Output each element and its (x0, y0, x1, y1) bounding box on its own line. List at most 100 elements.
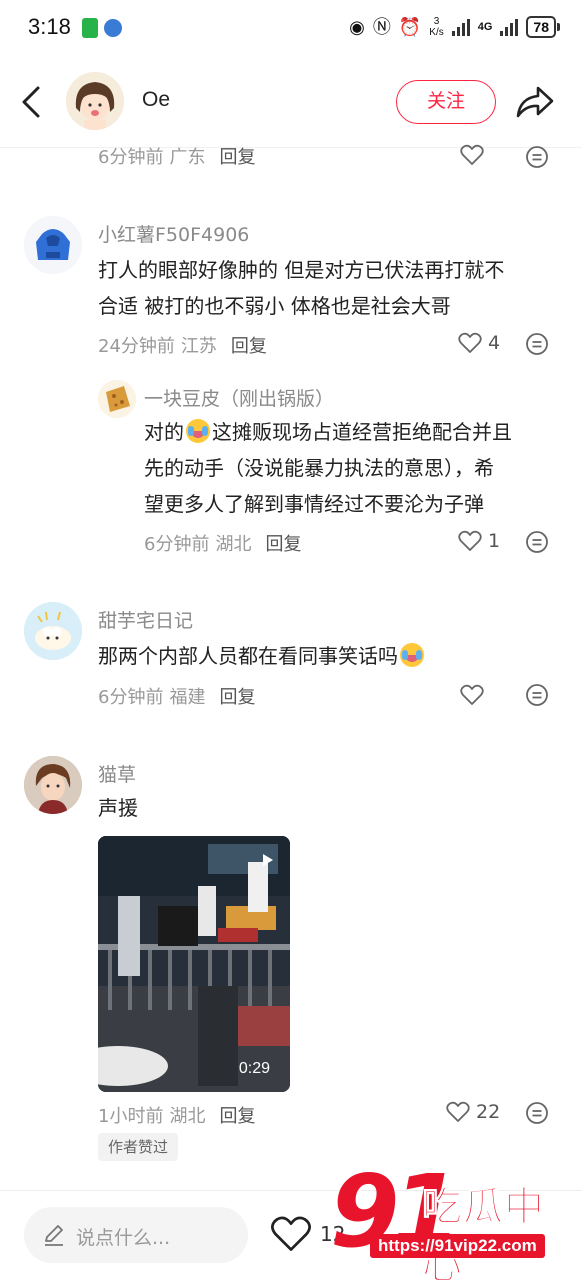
reply-content-line: 望更多人了解到事情经过不要沦为子弹 (144, 492, 484, 516)
comment-input-placeholder: 说点什么... (76, 1227, 171, 1249)
reply-location: 湖北 (215, 534, 252, 555)
comment-meta: 6分钟前 广东 回复 (98, 143, 255, 169)
notification-icons (82, 18, 122, 38)
comment-username[interactable]: 猫草 (98, 760, 136, 787)
comment-bubble-icon[interactable] (525, 145, 549, 169)
post-header: Oe 关注 (0, 58, 582, 148)
sheep-avatar-icon (24, 602, 82, 660)
author-avatar[interactable] (66, 72, 124, 130)
commenter-avatar[interactable] (24, 756, 82, 814)
video-thumbnail[interactable]: 0:29 (98, 836, 290, 1092)
reply-content-line: 先的动手（没说能暴力执法的意思），希 (144, 456, 494, 480)
reply-button[interactable]: 回复 (219, 143, 255, 169)
comment-time: 6分钟前 (98, 687, 164, 708)
comment-content-line: 合适 被打的也不弱小 体格也是社会大哥 (98, 294, 451, 318)
comment-content: 声援 (98, 796, 138, 820)
follow-button[interactable]: 关注 (396, 80, 496, 124)
alarm-icon: ⏰ (398, 17, 422, 37)
watermark-url: https://91vip22.com (370, 1234, 545, 1258)
net-speed-value: 3 (433, 16, 440, 27)
comment-location: 江苏 (180, 336, 217, 357)
comment-meta: 24分钟前 江苏 回复 (98, 332, 267, 358)
reply-meta: 6分钟前 湖北 回复 (144, 530, 301, 556)
reply-username[interactable]: 一块豆皮（刚出锅版） (144, 384, 334, 411)
author-name[interactable]: Oe (142, 88, 170, 112)
author-liked-badge: 作者赞过 (98, 1133, 179, 1161)
reply-content-line: 对的 这摊贩现场占道经营拒绝配合并且 (144, 414, 568, 450)
comment-content-text: 那两个内部人员都在看同事笑话吗 (98, 644, 398, 668)
heart-icon (460, 144, 484, 165)
like-count: 4 (488, 332, 501, 354)
reply-button[interactable]: 回复 (265, 530, 301, 556)
comment-location: 湖北 (169, 1106, 206, 1127)
comment-content: 打人的眼部好像肿的 但是对方已伏法再打就不 合适 被打的也不弱小 体格也是社会大… (98, 252, 568, 324)
telegram-icon (104, 19, 122, 37)
tofu-skin-avatar-icon (98, 380, 136, 418)
back-button[interactable] (18, 84, 48, 120)
reply-button[interactable]: 回复 (231, 332, 267, 358)
commenter-avatar[interactable] (24, 216, 82, 274)
heart-icon (460, 684, 484, 705)
nfc-icon: Ⓝ (372, 17, 391, 37)
cell-signal-icon (500, 18, 519, 36)
comment-time: 24分钟前 (98, 336, 175, 357)
reply-time: 6分钟前 (144, 534, 210, 555)
like-button[interactable]: 22 (446, 1101, 500, 1123)
reply-content-text: 对的 (144, 420, 184, 444)
like-button[interactable] (460, 684, 490, 706)
video-frame-image (98, 836, 290, 1092)
chevron-left-icon (22, 86, 40, 118)
comment-username[interactable]: 小红薯F50F4906 (98, 220, 249, 247)
commenter-avatar[interactable] (24, 602, 82, 660)
reply-content-text: 这摊贩现场占道经营拒绝配合并且 (212, 420, 512, 444)
like-count: 1 (488, 530, 501, 552)
comment-bubble-icon[interactable] (525, 683, 549, 707)
watermark-brand: 吃瓜中心 (422, 1184, 545, 1280)
video-duration: 0:29 (238, 1060, 270, 1077)
heart-icon (446, 1101, 470, 1122)
reply-avatar[interactable] (98, 380, 136, 418)
comment-time: 1小时前 (98, 1106, 164, 1127)
like-button[interactable]: 1 (458, 530, 500, 552)
avatar-illustration (66, 72, 124, 130)
comment-bubble-icon[interactable] (525, 530, 549, 554)
net-speed-unit: K/s (429, 27, 444, 38)
like-count: 22 (476, 1101, 501, 1123)
comment-time: 6分钟前 (98, 147, 164, 168)
comment-content: 那两个内部人员都在看同事笑话吗 (98, 638, 568, 674)
net-speed: 3 K/s (429, 16, 443, 38)
comment-username[interactable]: 甜芋宅日记 (98, 606, 193, 633)
comment-content-line: 打人的眼部好像肿的 但是对方已伏法再打就不 (98, 258, 505, 282)
heart-icon (271, 1216, 311, 1251)
eye-icon: ◉ (349, 17, 365, 37)
comment-meta: 6分钟前 福建 回复 (98, 683, 255, 709)
comment-location: 广东 (169, 147, 206, 168)
share-button[interactable] (514, 82, 556, 122)
heart-icon (458, 530, 482, 551)
comment-location: 福建 (169, 687, 206, 708)
crying-emoji-icon (186, 419, 210, 443)
pencil-icon (45, 1225, 63, 1246)
status-bar: 3:18 ◉ Ⓝ ⏰ 3 K/s 4G 78 (0, 0, 582, 58)
comment-bubble-icon[interactable] (525, 1101, 549, 1125)
heart-icon (458, 332, 482, 353)
app-notification-icon (82, 18, 98, 38)
wifi-signal-icon (451, 18, 470, 36)
watermark-logo: 91 吃瓜中心 https://91vip22.com (330, 1162, 582, 1280)
comment-bubble-icon[interactable] (525, 332, 549, 356)
comment-meta: 1小时前 湖北 回复 (98, 1102, 255, 1128)
hoodie-avatar-icon (24, 216, 82, 274)
comment-input[interactable]: 说点什么... (24, 1207, 248, 1263)
reply-content: 对的 这摊贩现场占道经营拒绝配合并且 先的动手（没说能暴力执法的意思），希 望更多… (144, 414, 568, 522)
battery-indicator: 78 (526, 16, 560, 38)
like-button[interactable]: 4 (458, 332, 500, 354)
crying-emoji-icon (400, 643, 424, 667)
share-icon (516, 86, 554, 118)
character-avatar-icon (24, 756, 82, 814)
status-time: 3:18 (28, 14, 71, 39)
reply-button[interactable]: 回复 (219, 1102, 255, 1128)
status-right-icons: ◉ Ⓝ ⏰ 3 K/s 4G 78 (349, 16, 560, 38)
like-button[interactable] (460, 144, 490, 166)
network-type: 4G (477, 21, 493, 33)
reply-button[interactable]: 回复 (219, 683, 255, 709)
